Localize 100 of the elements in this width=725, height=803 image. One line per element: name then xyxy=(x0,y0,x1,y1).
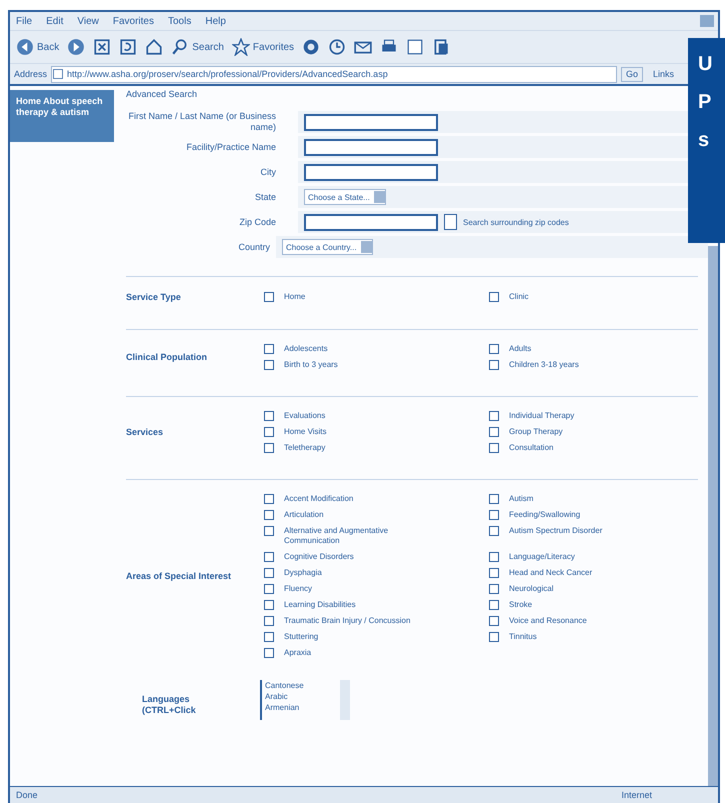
checkbox[interactable] xyxy=(489,292,499,302)
search-icon[interactable] xyxy=(171,38,190,56)
back-icon[interactable] xyxy=(16,38,34,56)
option-label: Head and Neck Cancer xyxy=(509,568,592,578)
star-icon[interactable] xyxy=(232,38,250,56)
option-label: Evaluations xyxy=(284,411,326,421)
checkbox[interactable] xyxy=(264,292,274,302)
checkbox[interactable] xyxy=(489,584,499,594)
input-field[interactable] xyxy=(304,164,438,180)
checkbox[interactable] xyxy=(489,494,499,504)
option-label: Children 3-18 years xyxy=(509,360,579,370)
go-button[interactable]: Go xyxy=(620,66,643,82)
forward-icon[interactable] xyxy=(67,38,86,56)
search-button[interactable]: Search xyxy=(171,38,224,56)
option-label: Adolescents xyxy=(284,344,328,354)
field-label: City xyxy=(260,166,277,178)
checkbox[interactable] xyxy=(444,214,457,230)
checkbox[interactable] xyxy=(264,494,274,504)
home-icon[interactable] xyxy=(145,38,164,56)
menu-item[interactable]: Edit xyxy=(46,16,64,26)
menu-item[interactable]: Tools xyxy=(168,16,192,26)
field-label: Zip Code xyxy=(238,216,277,228)
section-label: Clinical Population xyxy=(126,351,208,363)
option-label: Articulation xyxy=(284,510,324,520)
checkbox[interactable] xyxy=(264,344,274,354)
checkbox[interactable] xyxy=(264,552,274,562)
checkbox-label: Search surrounding zip codes xyxy=(463,218,569,226)
stop-icon[interactable] xyxy=(93,38,112,56)
checkbox[interactable] xyxy=(264,648,274,658)
menu-item[interactable]: Help xyxy=(205,16,226,26)
star-button[interactable]: Favorites xyxy=(232,38,294,56)
section-label: Areas of Special Interest xyxy=(126,570,232,582)
refresh-icon[interactable] xyxy=(119,38,138,56)
field-label: Languages (CTRL+Click xyxy=(141,693,197,716)
menu-item[interactable]: File xyxy=(16,16,32,26)
option-label: Autism Spectrum Disorder xyxy=(509,526,602,536)
checkbox[interactable] xyxy=(489,632,499,642)
checkbox[interactable] xyxy=(264,526,274,536)
checkbox[interactable] xyxy=(489,344,499,354)
checkbox[interactable] xyxy=(489,411,499,421)
list-item[interactable]: Armenian xyxy=(265,702,340,713)
field-label: State xyxy=(254,192,277,202)
checkbox[interactable] xyxy=(264,616,274,626)
links-button[interactable]: Links xyxy=(646,69,680,79)
checkbox[interactable] xyxy=(489,552,499,562)
status-text: Done xyxy=(16,790,38,800)
option-label: Birth to 3 years xyxy=(284,360,338,370)
menu-item[interactable]: Favorites xyxy=(112,16,154,26)
section-label: Service Type xyxy=(126,291,182,303)
input-field[interactable] xyxy=(304,214,438,230)
checkbox[interactable] xyxy=(489,427,499,437)
checkbox[interactable] xyxy=(264,443,274,453)
checkbox[interactable] xyxy=(489,526,499,536)
menu-item[interactable]: View xyxy=(77,16,99,26)
option-label: Alternative and Augmentative Communication xyxy=(284,526,390,546)
field-label: Country xyxy=(237,242,271,252)
checkbox[interactable] xyxy=(489,360,499,370)
checkbox[interactable] xyxy=(264,360,274,370)
address-label: Address xyxy=(14,69,48,79)
list-item[interactable]: Cantonese xyxy=(265,680,340,691)
document-icon[interactable] xyxy=(432,38,450,56)
sidebar-link[interactable]: Home About speech therapy & autism xyxy=(10,90,114,142)
option-label: Feeding/Swallowing xyxy=(509,510,580,520)
checkbox[interactable] xyxy=(264,600,274,610)
option-label: Home Visits xyxy=(284,427,327,437)
checkbox[interactable] xyxy=(489,443,499,453)
option-label: Consultation xyxy=(509,443,554,453)
back-button[interactable]: Back xyxy=(16,38,60,56)
checkbox[interactable] xyxy=(264,510,274,520)
address-field[interactable]: http://www.asha.org/proserv/search/professional/Providers/AdvancedSearch.asp xyxy=(51,66,617,82)
scrollbar[interactable] xyxy=(708,246,718,786)
dropdown[interactable]: Choose a State... xyxy=(304,189,386,205)
clock-icon[interactable] xyxy=(328,38,346,56)
field-label: Facility/Practice Name xyxy=(185,142,277,152)
list-item[interactable]: Arabic xyxy=(265,691,340,702)
checkbox[interactable] xyxy=(264,427,274,437)
option-label: Language/Literacy xyxy=(509,552,575,562)
dropdown[interactable]: Choose a Country... xyxy=(282,239,373,255)
option-label: Traumatic Brain Injury / Concussion xyxy=(284,616,410,626)
input-field[interactable] xyxy=(304,138,438,156)
checkbox[interactable] xyxy=(264,568,274,578)
banner-text: s xyxy=(698,128,710,152)
language-list[interactable]: Cantonese Arabic Armenian xyxy=(260,680,350,720)
page-icon[interactable] xyxy=(406,38,424,56)
checkbox[interactable] xyxy=(264,411,274,421)
option-label: Cognitive Disorders xyxy=(284,552,354,562)
input-field[interactable] xyxy=(304,114,438,130)
checkbox[interactable] xyxy=(489,510,499,520)
checkbox[interactable] xyxy=(489,568,499,578)
checkbox[interactable] xyxy=(489,600,499,610)
checkbox[interactable] xyxy=(264,632,274,642)
option-label: Stuttering xyxy=(284,632,318,642)
page-title: Advanced Search xyxy=(126,89,198,99)
field-label: First Name / Last Name (or Business name) xyxy=(127,111,277,133)
option-label: Teletherapy xyxy=(284,443,326,453)
banner-text: U xyxy=(698,52,714,76)
option-label: Group Therapy xyxy=(509,427,563,437)
checkbox[interactable] xyxy=(264,584,274,594)
scrollbar[interactable] xyxy=(340,680,350,720)
checkbox[interactable] xyxy=(489,616,499,626)
